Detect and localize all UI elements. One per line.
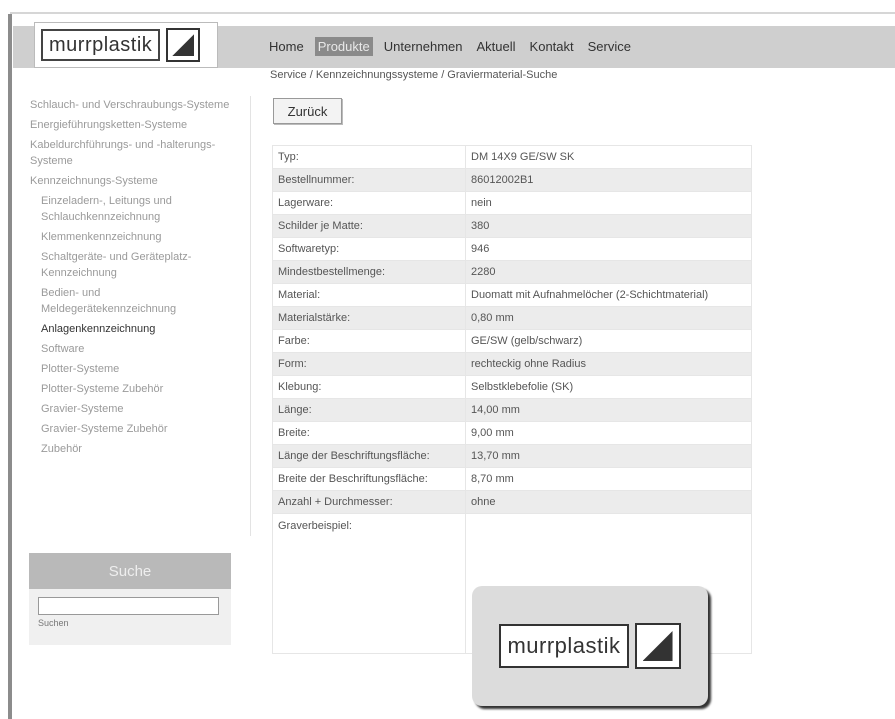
table-row: Klebung: Selbstklebefolie (SK): [272, 375, 752, 399]
sidebar-item[interactable]: Energieführungsketten-Systeme: [30, 117, 230, 133]
breadcrumb: Service / Kennzeichnungssysteme / Gravie…: [270, 69, 558, 81]
table-row: Breite: 9,00 mm: [272, 421, 752, 445]
table-row: Schilder je Matte: 380: [272, 214, 752, 238]
engraving-logo-text: murrplastik: [499, 624, 629, 668]
engraving-logo-mark-icon: [634, 623, 681, 669]
sidebar-item[interactable]: Schaltgeräte- und Geräteplatz-Kennzeichn…: [30, 249, 230, 281]
table-row: Lagerware: nein: [272, 191, 752, 215]
sidebar-item[interactable]: Einzeladern-, Leitungs und Schlauchkennz…: [30, 193, 230, 225]
sidebar-item[interactable]: Plotter-Systeme Zubehör: [30, 381, 230, 397]
row-value: 0,80 mm: [465, 306, 752, 330]
logo-text: murrplastik: [41, 29, 161, 61]
logo-mark-icon: [166, 28, 201, 62]
spec-table: Typ: DM 14X9 GE/SW SK Bestellnummer: 860120…: [272, 145, 752, 654]
nav-item-home[interactable]: Home: [266, 37, 307, 56]
row-label: Form:: [272, 352, 466, 376]
table-row: Material: Duomatt mit Aufnahmelöcher (2-S…: [272, 283, 752, 307]
row-value: Selbstklebefolie (SK): [465, 375, 752, 399]
main-nav: Home Produkte Unternehmen Aktuell Kontakt Ser…: [266, 33, 634, 59]
site-logo[interactable]: murrplastik: [34, 22, 218, 68]
sidebar-item[interactable]: Kabeldurchführungs- und -halterungs-Syst…: [30, 137, 230, 169]
row-value: 8,70 mm: [465, 467, 752, 491]
row-value: ohne: [465, 490, 752, 514]
row-label: Softwaretyp:: [272, 237, 466, 261]
table-row: Anzahl + Durchmesser: ohne: [272, 490, 752, 514]
table-row: Breite der Beschriftungsfläche: 8,70 mm: [272, 467, 752, 491]
table-row: Softwaretyp: 946: [272, 237, 752, 261]
search-title: Suche: [29, 553, 231, 589]
table-row: Mindestbestellmenge: 2280: [272, 260, 752, 284]
row-value: 380: [465, 214, 752, 238]
table-row: Bestellnummer: 86012002B1: [272, 168, 752, 192]
row-label: Breite:: [272, 421, 466, 445]
nav-item-unternehmen[interactable]: Unternehmen: [381, 37, 466, 56]
engraving-example-image: murrplastik: [472, 586, 708, 706]
row-label: Bestellnummer:: [272, 168, 466, 192]
engraving-label: Graverbeispiel:: [272, 513, 466, 654]
sidebar-item[interactable]: Kennzeichnungs-Systeme: [30, 173, 230, 189]
sidebar-item[interactable]: Klemmenkennzeichnung: [30, 229, 230, 245]
row-label: Klebung:: [272, 375, 466, 399]
sidebar-item[interactable]: Anlagenkennzeichnung: [30, 321, 230, 337]
row-value: 14,00 mm: [465, 398, 752, 422]
table-row: Länge der Beschriftungsfläche: 13,70 mm: [272, 444, 752, 468]
sidebar-item[interactable]: Zubehör: [30, 441, 230, 457]
row-label: Breite der Beschriftungsfläche:: [272, 467, 466, 491]
row-label: Schilder je Matte:: [272, 214, 466, 238]
back-button[interactable]: Zurück: [273, 98, 342, 124]
row-value: rechteckig ohne Radius: [465, 352, 752, 376]
nav-item-service[interactable]: Service: [585, 37, 634, 56]
row-label: Typ:: [272, 145, 466, 169]
sidebar-item[interactable]: Schlauch- und Verschraubungs-Systeme: [30, 97, 230, 113]
nav-item-aktuell[interactable]: Aktuell: [474, 37, 519, 56]
row-value: 2280: [465, 260, 752, 284]
row-label: Länge:: [272, 398, 466, 422]
row-label: Materialstärke:: [272, 306, 466, 330]
sidebar-item[interactable]: Bedien- und Meldegerätekennzeichnung: [30, 285, 230, 317]
sidebar-item[interactable]: Gravier-Systeme Zubehör: [30, 421, 230, 437]
row-label: Anzahl + Durchmesser:: [272, 490, 466, 514]
table-row: Farbe: GE/SW (gelb/schwarz): [272, 329, 752, 353]
search-input[interactable]: [38, 597, 219, 615]
search-panel: Suche Suchen: [29, 553, 231, 645]
row-value: nein: [465, 191, 752, 215]
top-edge: [10, 12, 895, 14]
sidebar-nav: Schlauch- und Verschraubungs-Systeme Ener…: [30, 97, 230, 461]
row-label: Lagerware:: [272, 191, 466, 215]
sidebar-divider: [250, 96, 251, 536]
sidebar-item[interactable]: Software: [30, 341, 230, 357]
search-button[interactable]: Suchen: [38, 618, 69, 628]
row-value: 946: [465, 237, 752, 261]
sidebar-item[interactable]: Plotter-Systeme: [30, 361, 230, 377]
top-strip: [0, 0, 895, 14]
row-value: 9,00 mm: [465, 421, 752, 445]
row-label: Länge der Beschriftungsfläche:: [272, 444, 466, 468]
nav-item-kontakt[interactable]: Kontakt: [527, 37, 577, 56]
sidebar-item[interactable]: Gravier-Systeme: [30, 401, 230, 417]
row-label: Mindestbestellmenge:: [272, 260, 466, 284]
row-value: DM 14X9 GE/SW SK: [465, 145, 752, 169]
window-left-edge: [8, 14, 12, 719]
row-label: Farbe:: [272, 329, 466, 353]
table-row: Typ: DM 14X9 GE/SW SK: [272, 145, 752, 169]
row-label: Material:: [272, 283, 466, 307]
row-value: Duomatt mit Aufnahmelöcher (2-Schichtmat…: [465, 283, 752, 307]
table-row: Form: rechteckig ohne Radius: [272, 352, 752, 376]
table-row: Länge: 14,00 mm: [272, 398, 752, 422]
row-value: 86012002B1: [465, 168, 752, 192]
table-row: Materialstärke: 0,80 mm: [272, 306, 752, 330]
row-value: GE/SW (gelb/schwarz): [465, 329, 752, 353]
row-value: 13,70 mm: [465, 444, 752, 468]
nav-item-produkte[interactable]: Produkte: [314, 36, 373, 56]
